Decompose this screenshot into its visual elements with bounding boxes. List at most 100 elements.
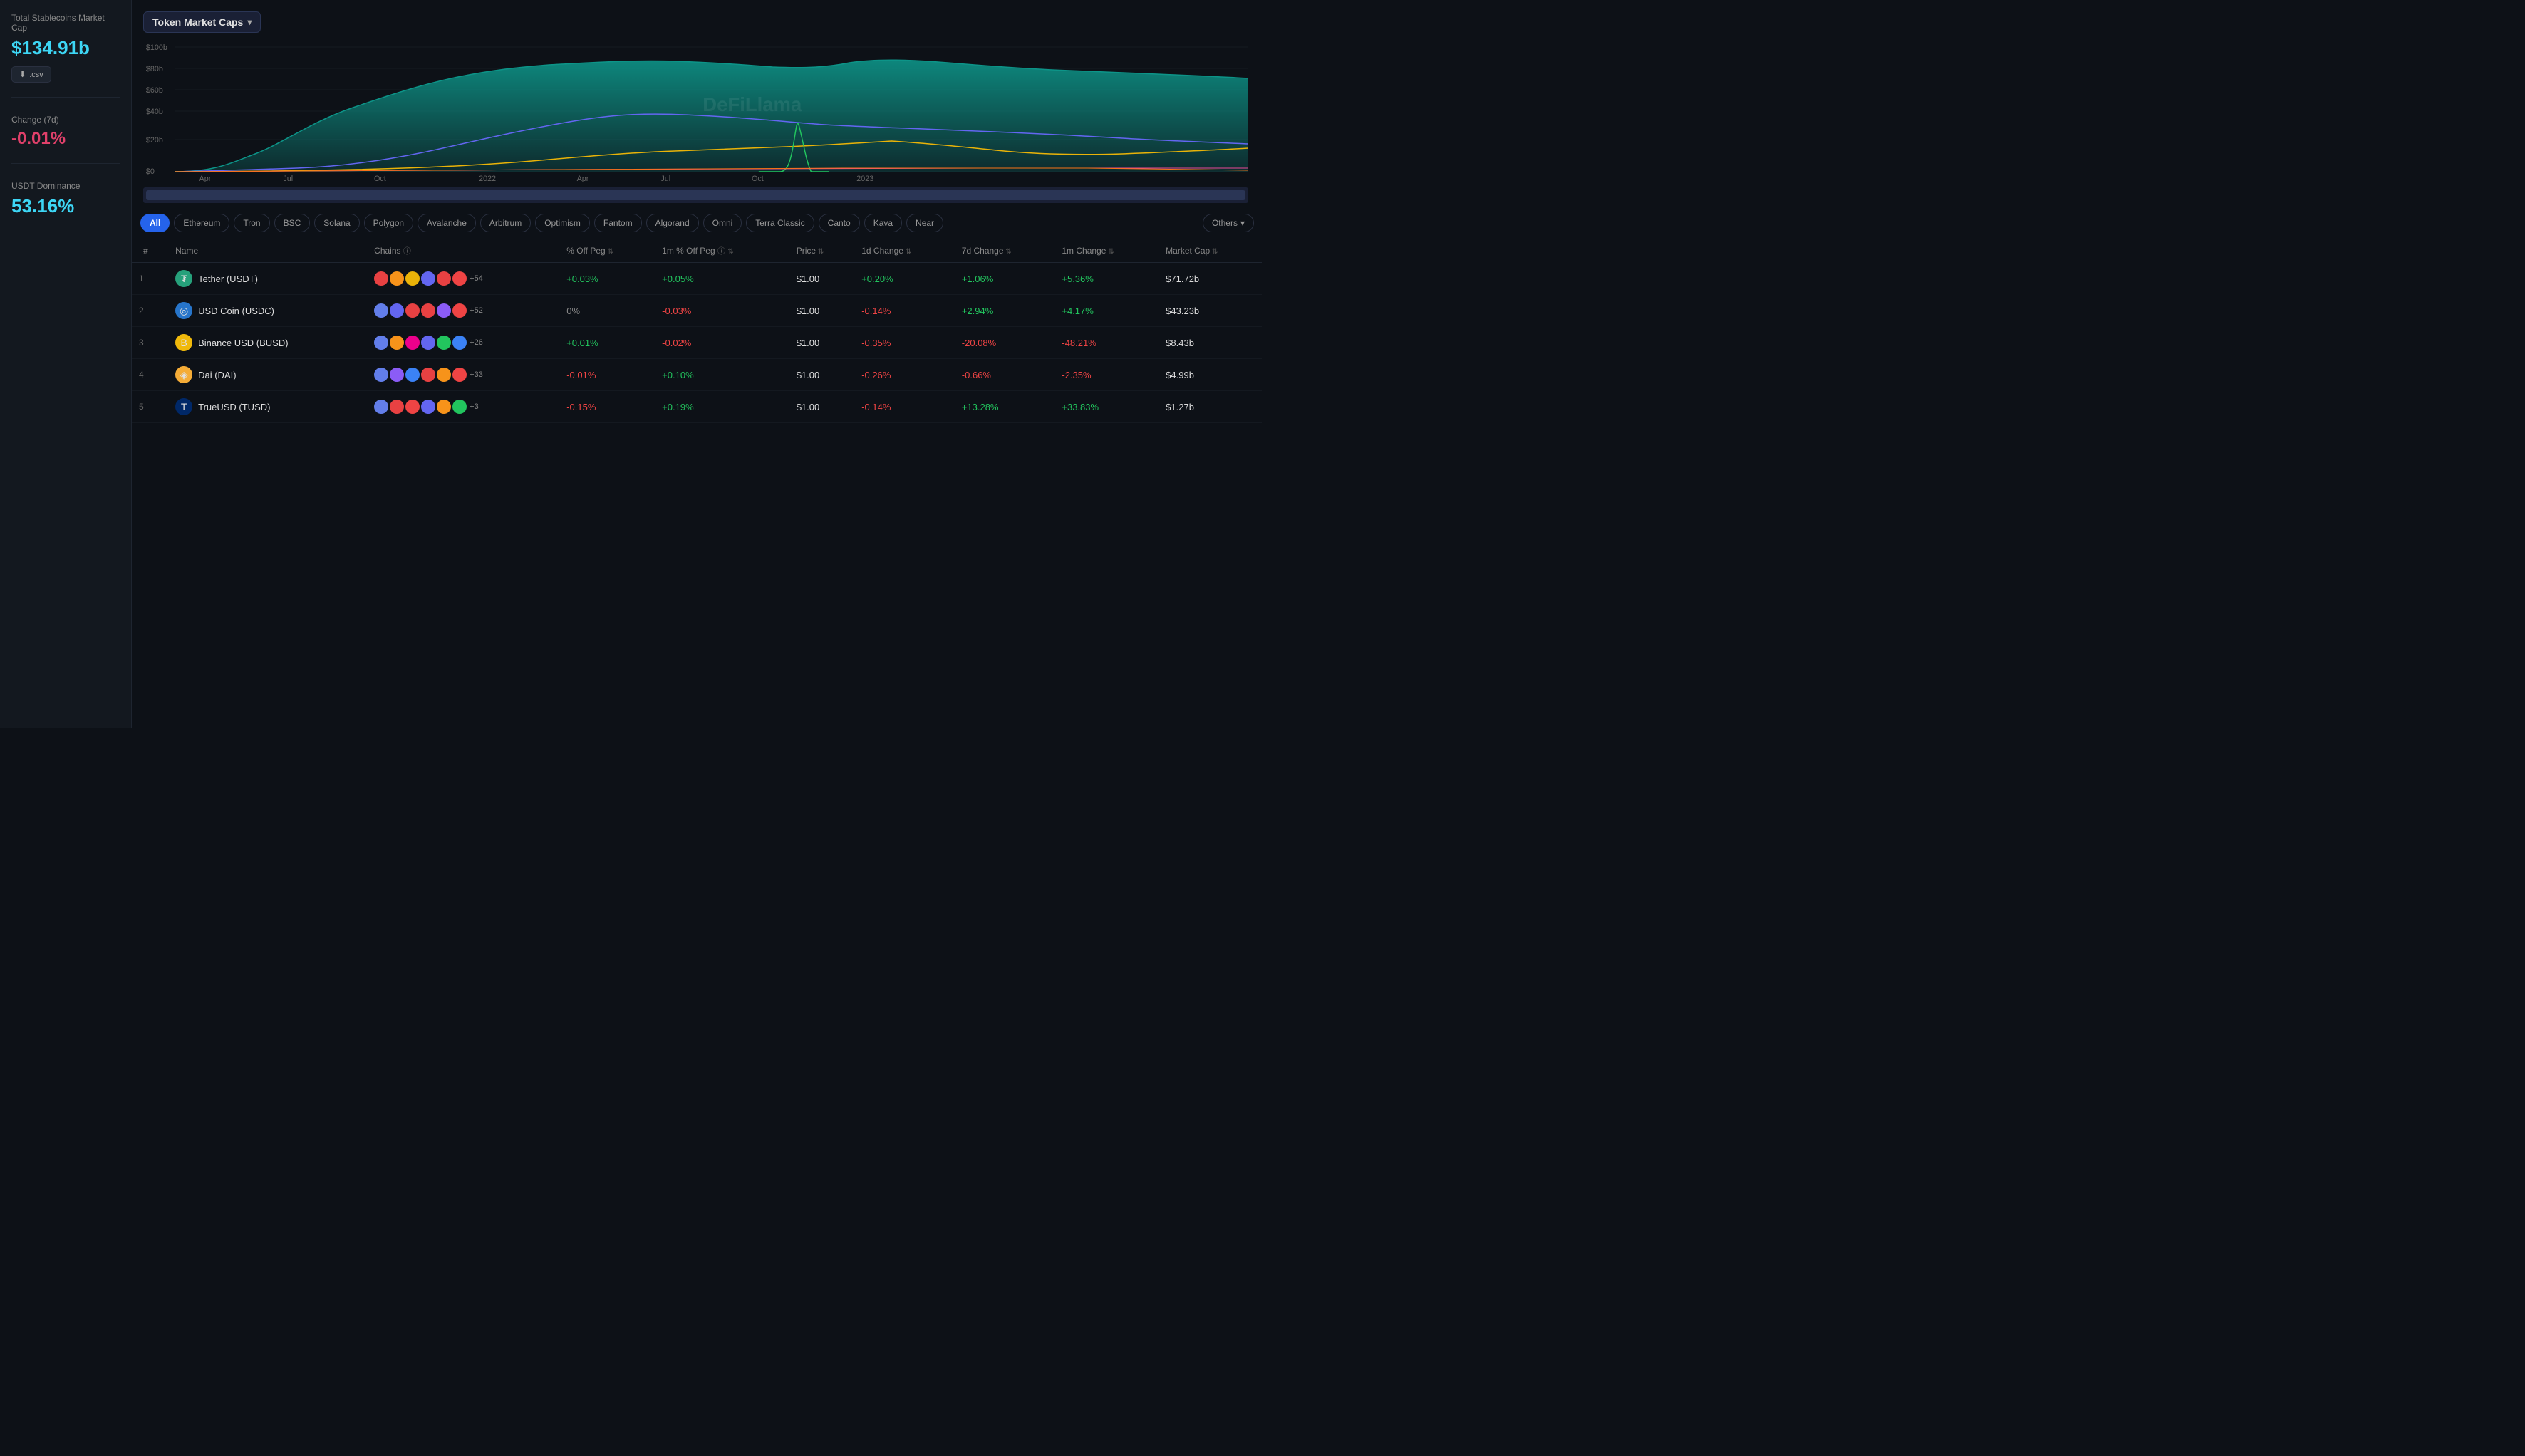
tab-near[interactable]: Near: [906, 214, 943, 232]
cell-market-cap: $8.43b: [1158, 327, 1262, 359]
chain-icon: [390, 368, 404, 382]
svg-text:Jul: Jul: [283, 175, 293, 182]
tab-bsc[interactable]: BSC: [274, 214, 311, 232]
tab-arbitrum[interactable]: Arbitrum: [480, 214, 531, 232]
col-off-peg[interactable]: % Off Peg: [559, 239, 655, 263]
chain-icon: [452, 336, 467, 350]
cell-rank: 5: [132, 391, 168, 423]
col-price[interactable]: Price: [789, 239, 855, 263]
coin-name[interactable]: Binance USD (BUSD): [198, 338, 288, 348]
col-market-cap[interactable]: Market Cap: [1158, 239, 1262, 263]
table-row: 3 B Binance USD (BUSD) +26 +0.01% -0.02%…: [132, 327, 1262, 359]
cell-market-cap: $43.23b: [1158, 295, 1262, 327]
tab-all[interactable]: All: [140, 214, 170, 232]
chain-icon: [405, 400, 420, 414]
svg-text:2023: 2023: [856, 175, 873, 182]
coin-icon: ◎: [175, 302, 192, 319]
coin-name[interactable]: TrueUSD (TUSD): [198, 402, 270, 412]
col-1m-off-peg[interactable]: 1m % Off Peg ⓘ: [655, 239, 789, 263]
cell-1m-change: -48.21%: [1054, 327, 1158, 359]
svg-text:Oct: Oct: [374, 175, 386, 182]
cell-price: $1.00: [789, 391, 855, 423]
svg-text:$80b: $80b: [146, 65, 163, 73]
cell-price: $1.00: [789, 359, 855, 391]
tab-canto[interactable]: Canto: [819, 214, 860, 232]
cell-7d-change: -0.66%: [955, 359, 1055, 391]
cell-off-peg: +0.01%: [559, 327, 655, 359]
cell-1d-change: -0.14%: [854, 391, 955, 423]
table-body: 1 ₮ Tether (USDT) +54 +0.03% +0.05% $1.0…: [132, 263, 1262, 423]
tab-optimism[interactable]: Optimism: [535, 214, 590, 232]
coin-icon: ₮: [175, 270, 192, 287]
tab-ethereum[interactable]: Ethereum: [174, 214, 229, 232]
change-7d-label: Change (7d): [11, 115, 120, 125]
cell-1m-change: +5.36%: [1054, 263, 1158, 295]
coin-name[interactable]: USD Coin (USDC): [198, 306, 274, 316]
svg-text:$0: $0: [146, 167, 155, 176]
cell-market-cap: $71.72b: [1158, 263, 1262, 295]
tab-kava[interactable]: Kava: [864, 214, 902, 232]
chain-icon: [374, 368, 388, 382]
tab-polygon[interactable]: Polygon: [364, 214, 413, 232]
chain-icon: [437, 303, 451, 318]
tab-tron[interactable]: Tron: [234, 214, 269, 232]
cell-name: ◎ USD Coin (USDC): [168, 295, 367, 327]
cell-market-cap: $1.27b: [1158, 391, 1262, 423]
cell-rank: 4: [132, 359, 168, 391]
col-7d-change[interactable]: 7d Change: [955, 239, 1055, 263]
chain-icon: [405, 336, 420, 350]
usdt-dominance-value: 53.16%: [11, 195, 120, 217]
table-row: 1 ₮ Tether (USDT) +54 +0.03% +0.05% $1.0…: [132, 263, 1262, 295]
chart-title-dropdown[interactable]: Token Market Caps ▾: [143, 11, 261, 33]
chain-icon: [374, 336, 388, 350]
right-panel: Token Market Caps ▾ $100b $80b $60b $40b…: [132, 0, 1262, 728]
svg-text:Apr: Apr: [577, 175, 589, 182]
chain-icon: [452, 271, 467, 286]
cell-1m-off-peg: +0.05%: [655, 263, 789, 295]
chart-scrollbar[interactable]: [143, 187, 1248, 203]
coin-name[interactable]: Tether (USDT): [198, 274, 258, 284]
csv-download-button[interactable]: ⬇ .csv: [11, 66, 51, 83]
chain-icon: [374, 400, 388, 414]
tab-algorand[interactable]: Algorand: [646, 214, 699, 232]
cell-1d-change: +0.20%: [854, 263, 955, 295]
cell-off-peg: -0.15%: [559, 391, 655, 423]
tab-fantom[interactable]: Fantom: [594, 214, 642, 232]
cell-7d-change: -20.08%: [955, 327, 1055, 359]
download-icon: ⬇: [19, 70, 26, 79]
cell-off-peg: 0%: [559, 295, 655, 327]
coin-name[interactable]: Dai (DAI): [198, 370, 236, 380]
cell-chains: +52: [367, 295, 559, 327]
chain-icon: [390, 303, 404, 318]
col-1m-change[interactable]: 1m Change: [1054, 239, 1158, 263]
others-label: Others: [1212, 218, 1238, 228]
chain-icon: [405, 271, 420, 286]
table-row: 4 ◈ Dai (DAI) +33 -0.01% +0.10% $1.00 -0…: [132, 359, 1262, 391]
tab-omni[interactable]: Omni: [703, 214, 742, 232]
table-wrapper[interactable]: # Name Chains ⓘ % Off Peg 1m % Off Peg ⓘ…: [132, 239, 1262, 728]
total-market-cap-block: Total Stablecoins Market Cap $134.91b ⬇ …: [11, 13, 120, 98]
cell-1d-change: -0.26%: [854, 359, 955, 391]
col-1d-change[interactable]: 1d Change: [854, 239, 955, 263]
svg-text:DeFiLlama: DeFiLlama: [702, 93, 802, 115]
tab-terra-classic[interactable]: Terra Classic: [746, 214, 814, 232]
filter-tabs: AllEthereum Tron BSCSolana Polygon Avalanche…: [132, 207, 1262, 239]
stablecoins-table: # Name Chains ⓘ % Off Peg 1m % Off Peg ⓘ…: [132, 239, 1262, 423]
cell-price: $1.00: [789, 327, 855, 359]
cell-off-peg: -0.01%: [559, 359, 655, 391]
tab-avalanche[interactable]: Avalanche: [418, 214, 476, 232]
1m-off-peg-info-icon[interactable]: ⓘ: [717, 247, 725, 256]
chain-icon: [452, 400, 467, 414]
others-dropdown[interactable]: Others ▾: [1203, 214, 1254, 232]
cell-price: $1.00: [789, 295, 855, 327]
chains-info-icon[interactable]: ⓘ: [403, 247, 411, 256]
cell-rank: 1: [132, 263, 168, 295]
cell-chains: +26: [367, 327, 559, 359]
cell-1m-change: +4.17%: [1054, 295, 1158, 327]
svg-text:$60b: $60b: [146, 86, 163, 95]
tab-solana[interactable]: Solana: [314, 214, 359, 232]
cell-1m-change: +33.83%: [1054, 391, 1158, 423]
total-market-cap-label: Total Stablecoins Market Cap: [11, 13, 120, 33]
scrollbar-thumb[interactable]: [146, 190, 1245, 200]
cell-market-cap: $4.99b: [1158, 359, 1262, 391]
